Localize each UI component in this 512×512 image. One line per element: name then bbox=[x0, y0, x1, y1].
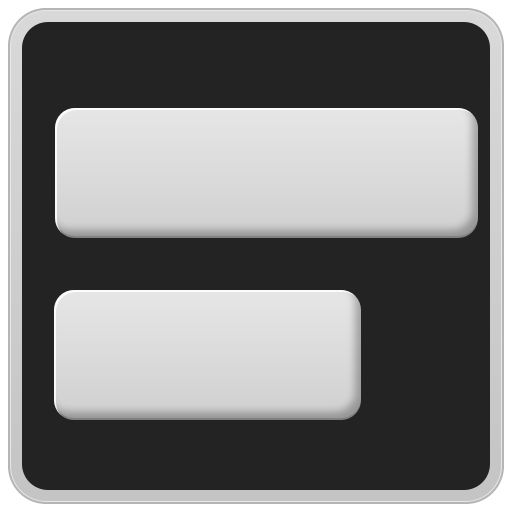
bottom-bar bbox=[54, 290, 361, 420]
canvas bbox=[0, 0, 512, 512]
top-bar bbox=[55, 108, 478, 238]
icon-face bbox=[22, 22, 490, 490]
layout-bars-icon bbox=[8, 8, 504, 504]
